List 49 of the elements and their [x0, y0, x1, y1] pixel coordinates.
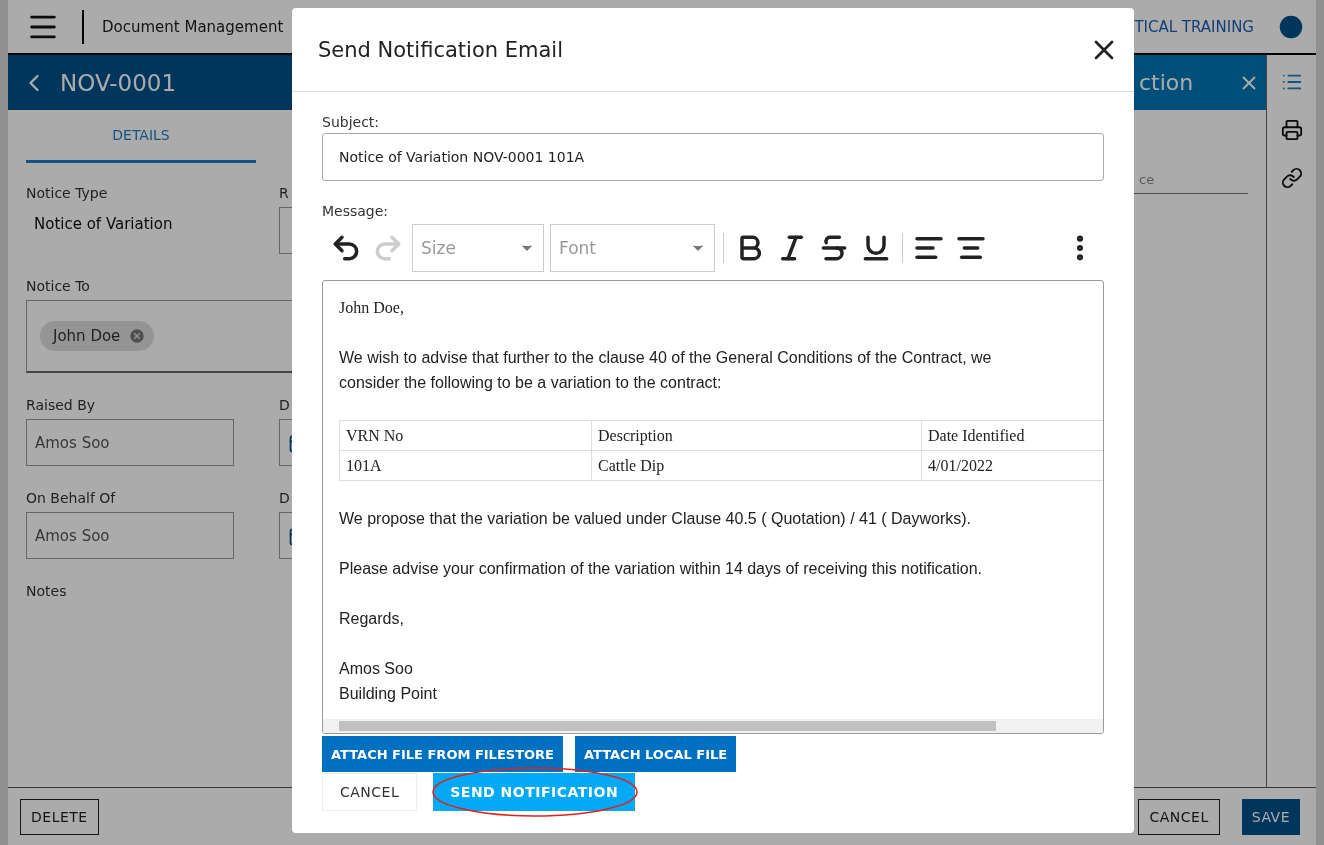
paragraph: We propose that the variation be valued under Clause 40.5 ( Quotation) / 41 ( Dayworks).	[339, 509, 973, 529]
greeting-text: John Doe,	[339, 298, 405, 318]
dropdown[interactable]: Size	[412, 224, 544, 272]
recipient-chip[interactable]: John Doe	[40, 321, 155, 351]
field-label: Raised By	[26, 397, 97, 413]
signature-line: Amos Soo	[339, 659, 414, 679]
table-cell: 101A	[339, 450, 592, 481]
field-label: R	[279, 185, 290, 201]
record-title: NOV-0001	[60, 69, 177, 96]
input-field[interactable]: Amos Soo	[26, 512, 234, 559]
field-value: Notice of Variation	[33, 214, 174, 233]
print-icon[interactable]	[1280, 119, 1303, 141]
field-label: On Behalf Of	[26, 490, 117, 506]
horizontal-scrollbar[interactable]	[323, 719, 1103, 733]
organisation-name[interactable]: TICAL TRAINING	[1134, 17, 1254, 36]
panel-title: ction	[1139, 70, 1194, 95]
field-label: D	[279, 397, 291, 413]
table-header-cell: Description	[591, 420, 922, 451]
delete-button[interactable]: DELETE	[20, 798, 99, 835]
remove-icon[interactable]	[128, 327, 147, 345]
scrollbar-thumb[interactable]	[339, 721, 996, 731]
save-button[interactable]: SAVE	[1241, 798, 1300, 835]
field-label: D	[279, 490, 291, 506]
table-header-cell: Date Identified	[921, 420, 1103, 451]
table-cell: Cattle Dip	[591, 450, 922, 481]
dropdown[interactable]: Font	[550, 224, 715, 272]
field-label: Notice To	[26, 278, 91, 294]
attach-button[interactable]: ATTACH LOCAL FILE	[574, 736, 737, 772]
paragraph: We wish to advise that further to the clause 40 of the General Conditions of the Contract, we consider the following to be a variation to the contract:	[339, 348, 993, 393]
signature-line: Building Point	[339, 684, 438, 704]
field-value: Amos Soo	[35, 526, 110, 545]
input-field[interactable]: Amos Soo	[26, 419, 234, 466]
table-header-cell: VRN No	[339, 420, 592, 451]
field-label: Notice Type	[26, 185, 109, 201]
attach-button[interactable]: ATTACH FILE FROM FILESTORE	[322, 736, 563, 772]
cancel-button[interactable]: CANCEL	[322, 773, 418, 811]
subject-field[interactable]: Notice of Variation NOV-0001 101A	[322, 133, 1104, 181]
cancel-button[interactable]: CANCEL	[1138, 798, 1220, 835]
field-label: Message:	[322, 203, 390, 219]
paragraph: Please advise your confirmation of the variation within 14 days of receiving this notification.	[339, 559, 983, 579]
field-label: Notes	[26, 583, 68, 599]
details-tab[interactable]: DETAILS	[26, 110, 256, 163]
link-icon[interactable]	[1280, 167, 1303, 189]
dialog-title: Send Notification Email	[318, 37, 563, 62]
paragraph: Regards,	[339, 609, 405, 629]
field-value: Amos Soo	[35, 433, 110, 452]
field-label: Subject:	[322, 114, 381, 130]
message-editor[interactable]	[322, 280, 1104, 734]
app-title: Document Management	[102, 17, 284, 36]
